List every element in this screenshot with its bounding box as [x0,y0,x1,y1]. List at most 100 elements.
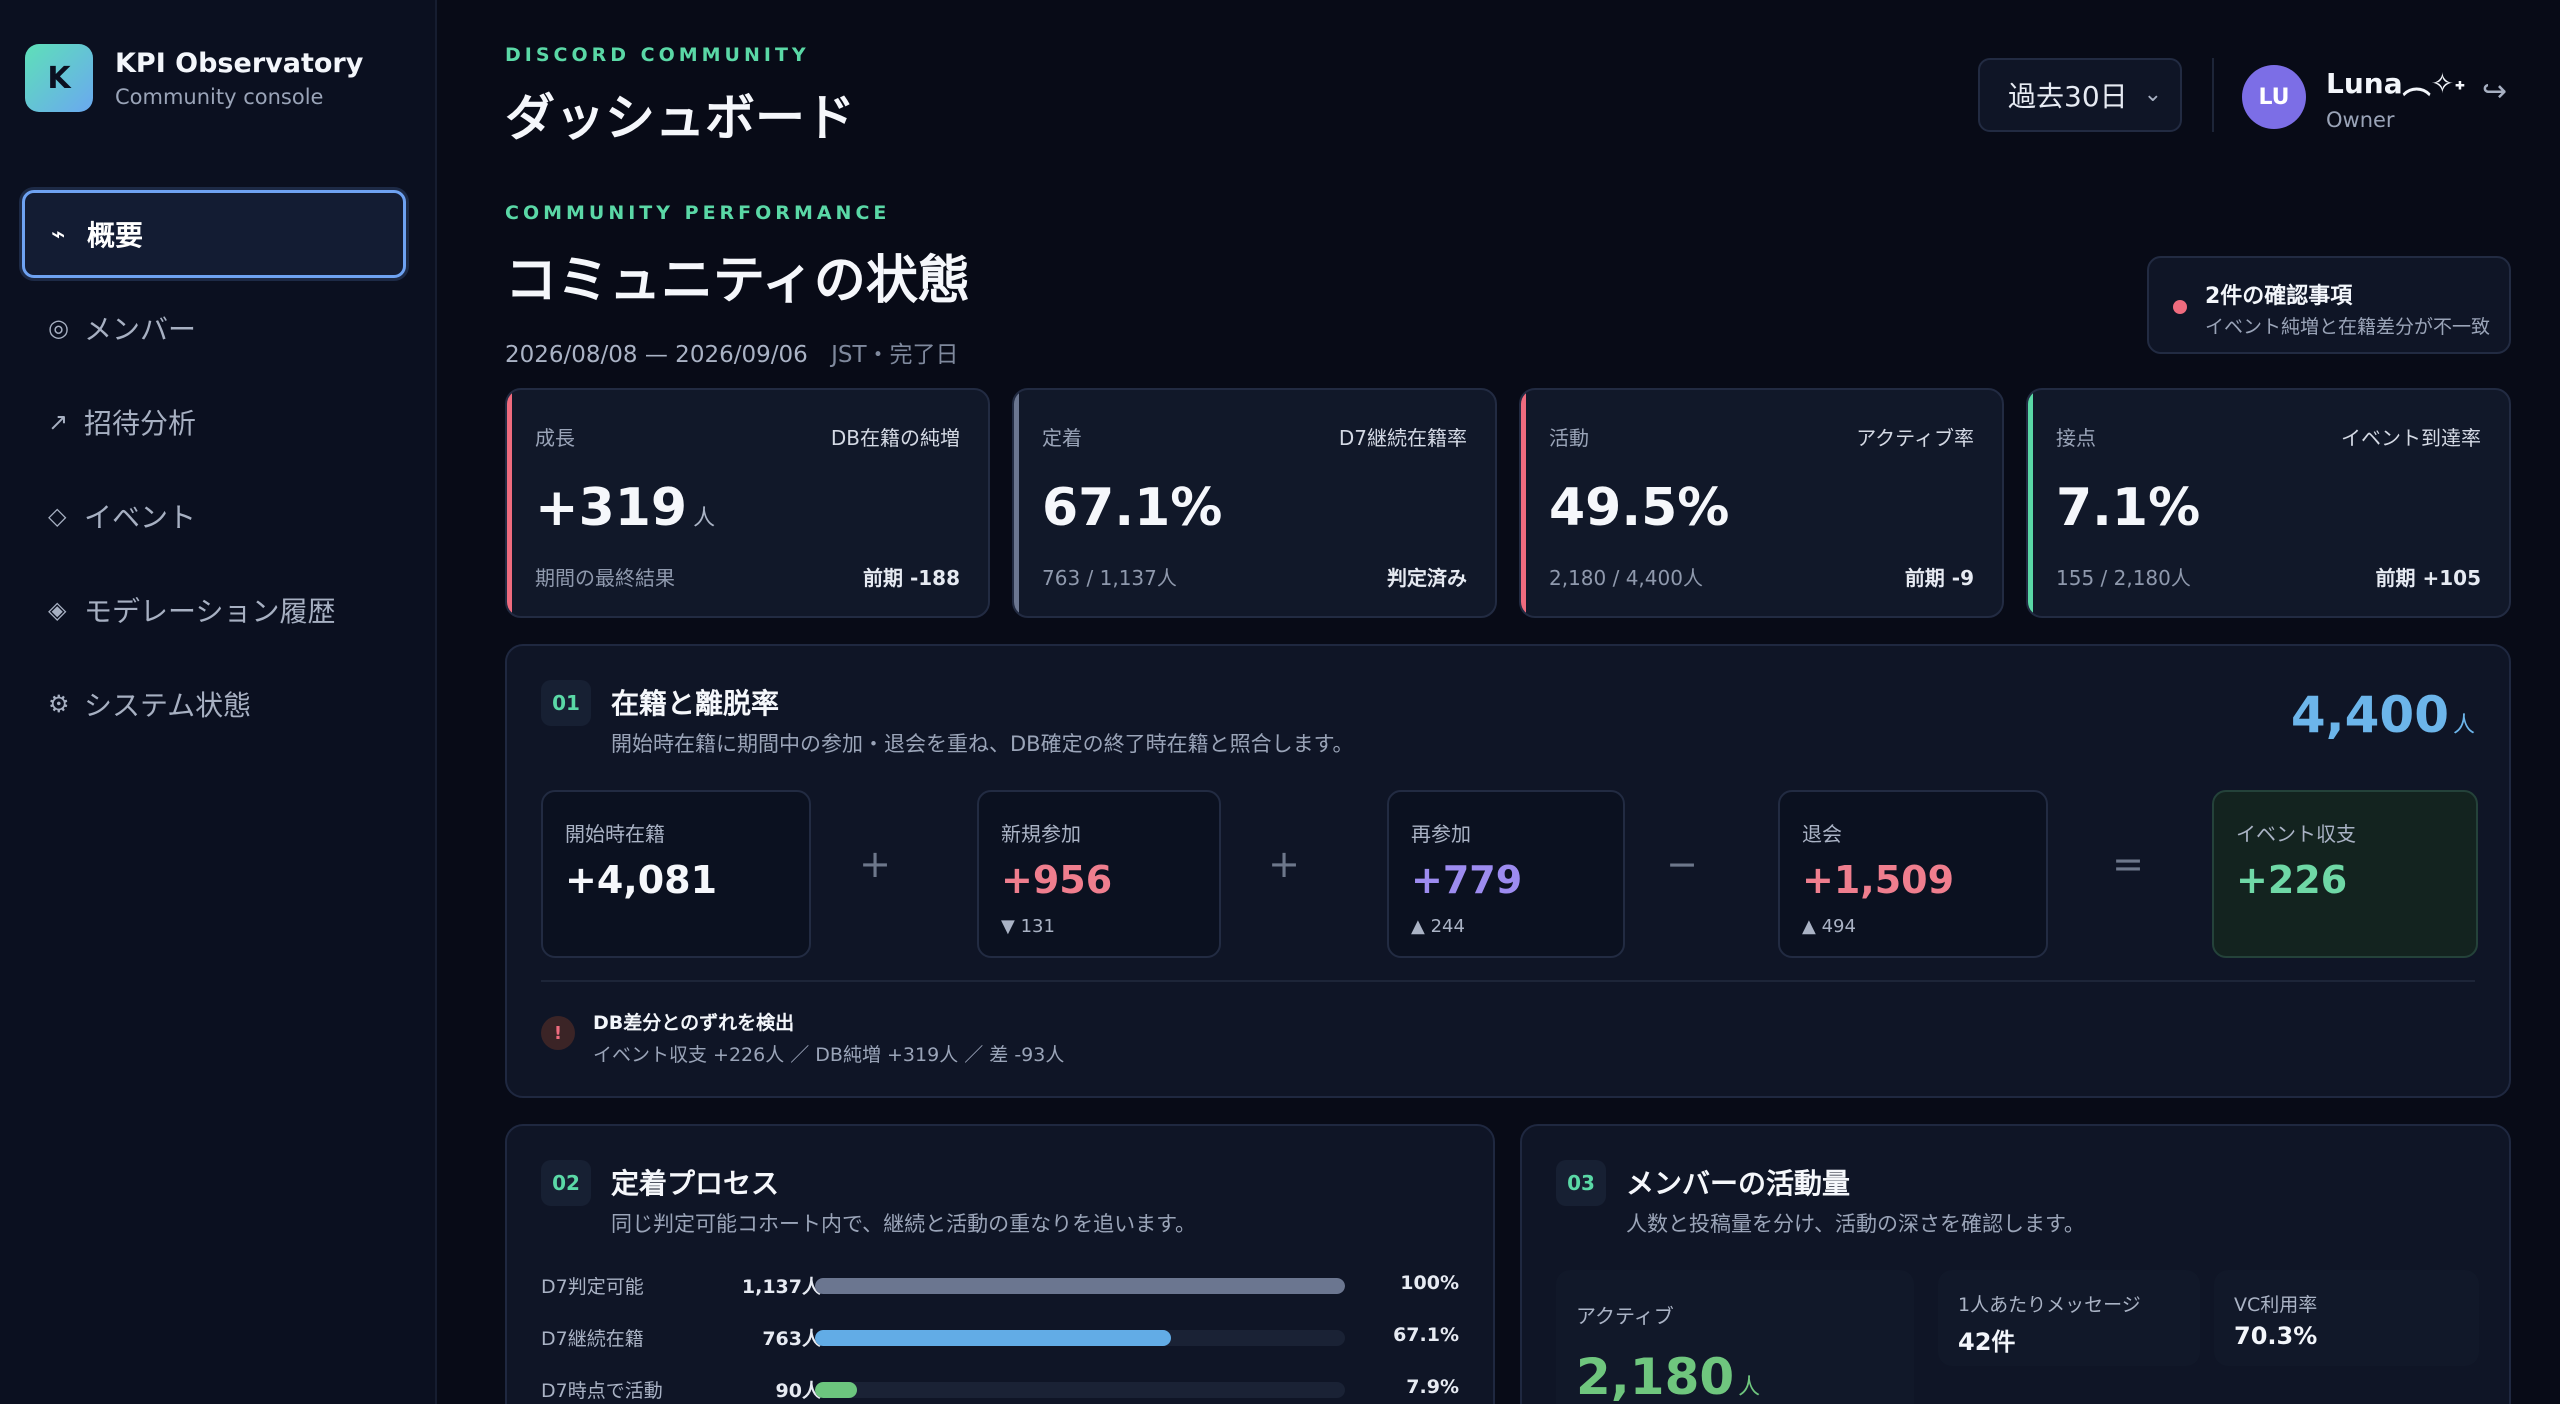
messages-per-member-card: 1人あたりメッセージ 42件 [1938,1270,2200,1366]
kpi-accent-bar [2028,390,2033,616]
kpi-metric: D7継続在籍率 [1338,426,1467,450]
retention-pct: 67.1% [1393,1324,1459,1346]
total-value: 4,400 [2290,686,2449,744]
invite-icon: ↗ [48,408,69,436]
retention-bar-fill [815,1382,857,1398]
stat-value: 70.3% [2234,1322,2318,1350]
divider [541,980,2475,982]
alert-title: 2件の確認事項 [2205,284,2353,309]
flow-value: +956 [1001,858,1113,902]
minus-operator: − [1666,842,1698,886]
kpi-card-reach[interactable]: 接点 イベント到達率 7.1% 155 / 2,180人 前期 +105 [2026,388,2511,618]
kpi-label: 接点 [2056,426,2096,450]
logout-icon[interactable]: ↪ [2482,74,2507,109]
flow-label: 新規参加 [1001,822,1081,846]
retention-panel: 02 定着プロセス 同じ判定可能コホート内で、継続と活動の重なりを追います。 D… [505,1124,1495,1404]
retention-count: 1,137人 [741,1276,821,1298]
section-title: 定着プロセス [611,1167,780,1200]
kpi-label: 成長 [535,426,575,450]
sidebar-item-members[interactable]: ◎ メンバー [22,284,406,372]
sidebar-item-label: モデレーション履歴 [84,595,336,628]
sidebar-nav: ⌁ 概要 ◎ メンバー ↗ 招待分析 ◇ イベント ◈ モデレーション履歴 ⚙ … [22,190,406,754]
performance-title: コミュニティの状態 [505,251,970,311]
flow-value: +226 [2236,858,2348,902]
kpi-delta: 前期 -9 [1904,566,1974,590]
kpi-accent-bar [1014,390,1019,616]
sidebar-item-label: システム状態 [84,689,252,722]
kpi-value-wrap: 7.1% [2056,478,2200,538]
retention-pct: 7.9% [1406,1376,1459,1398]
retention-pct: 100% [1400,1272,1459,1294]
date-range-row: 2026/08/08 — 2026/09/06 JST・完了日 [505,335,970,369]
retention-label: D7時点で活動 [541,1380,663,1402]
total-members: 4,400 人 [2291,686,2475,744]
kpi-delta: 前期 +105 [2375,566,2481,590]
kpi-label: 定着 [1042,426,1082,450]
sidebar-item-events[interactable]: ◇ イベント [22,472,406,560]
user-menu[interactable]: LU Luna︵✧˖ Owner [2242,62,2466,132]
kpi-value-wrap: 49.5% [1549,478,1729,538]
section-desc: 開始時在籍に期間中の参加・退会を重ね、DB確定の終了時在籍と照合します。 [611,732,1354,756]
user-name: Luna︵✧˖ [2326,67,2466,100]
alert-dot-icon [2173,300,2187,314]
kpi-card-growth[interactable]: 成長 DB在籍の純増 +319 人 期間の最終結果 前期 -188 [505,388,990,618]
kpi-card-activity[interactable]: 活動 アクティブ率 49.5% 2,180 / 4,400人 前期 -9 [1519,388,2004,618]
active-label: アクティブ [1576,1304,1674,1328]
stat-label: 1人あたりメッセージ [1958,1294,2141,1316]
kpi-foot: 2,180 / 4,400人 [1549,566,1703,590]
flow-result: イベント収支 +226 [2212,790,2478,958]
period-select[interactable]: 過去30日 ⌄ [1978,58,2182,132]
sidebar-item-label: 概要 [87,219,144,252]
brand[interactable]: K KPI Observatory Community console [25,44,363,112]
activity-panel: 03 メンバーの活動量 人数と投稿量を分け、活動の深さを確認します。 アクティブ… [1520,1124,2511,1404]
section-title: 在籍と離脱率 [611,687,780,720]
sidebar-item-overview[interactable]: ⌁ 概要 [22,190,406,278]
vc-usage-card: VC利用率 70.3% [2214,1270,2479,1366]
members-icon: ◎ [48,314,69,342]
membership-panel: 01 在籍と離脱率 開始時在籍に期間中の参加・退会を重ね、DB確定の終了時在籍と… [505,644,2511,1098]
flow-rejoin: 再参加 +779 ▲ 244 [1387,790,1625,958]
equals-operator: = [2112,842,2144,886]
kpi-card-retention[interactable]: 定着 D7継続在籍率 67.1% 763 / 1,137人 判定済み [1012,388,1497,618]
event-icon: ◇ [48,502,67,530]
performance-header: COMMUNITY PERFORMANCE コミュニティの状態 2026/08/… [505,202,970,369]
sidebar-item-system[interactable]: ⚙ システム状態 [22,660,406,748]
stat-label: VC利用率 [2234,1294,2318,1316]
system-icon: ⚙ [48,690,70,718]
kpi-value: 49.5% [1549,478,1730,538]
section-desc: 人数と投稿量を分け、活動の深さを確認します。 [1626,1212,2085,1236]
flow-value: +1,509 [1802,858,1955,902]
sidebar: K KPI Observatory Community console ⌁ 概要… [0,0,437,1404]
overview-icon: ⌁ [51,220,66,248]
flow-label: 再参加 [1411,822,1471,846]
kpi-metric: DB在籍の純増 [830,426,960,450]
retention-label: D7継続在籍 [541,1328,644,1350]
retention-bar-track [815,1330,1345,1346]
retention-bar-track [815,1382,1345,1398]
kpi-metric: イベント到達率 [2341,426,2481,450]
kpi-accent-bar [1521,390,1526,616]
date-note: JST・完了日 [831,342,959,368]
performance-eyebrow: COMMUNITY PERFORMANCE [505,202,891,224]
flow-new: 新規参加 +956 ▼ 131 [977,790,1221,958]
kpi-accent-bar [507,390,512,616]
kpi-metric: アクティブ率 [1856,426,1974,450]
total-unit: 人 [2452,713,2475,738]
kpi-value: 67.1% [1042,478,1223,538]
warning-title: DB差分とのずれを検出 [593,1012,795,1034]
kpi-foot: 763 / 1,137人 [1042,566,1177,590]
sidebar-item-moderation[interactable]: ◈ モデレーション履歴 [22,566,406,654]
kpi-foot: 期間の最終結果 [535,566,675,590]
active-unit: 人 [1738,1375,1761,1400]
retention-count: 90人 [775,1380,821,1402]
date-range: 2026/08/08 — 2026/09/06 [505,342,808,368]
kpi-value-wrap: +319 人 [535,478,715,538]
active-members-card: アクティブ 2,180 人 [1556,1270,1914,1404]
flow-label: イベント収支 [2236,822,2356,846]
retention-bar-fill [815,1330,1171,1346]
sidebar-item-invites[interactable]: ↗ 招待分析 [22,378,406,466]
kpi-value-wrap: 67.1% [1042,478,1222,538]
header-eyebrow: DISCORD COMMUNITY [505,44,810,66]
brand-subtitle: Community console [115,84,324,109]
alert-notice[interactable]: 2件の確認事項 イベント純増と在籍差分が不一致 [2147,256,2511,354]
